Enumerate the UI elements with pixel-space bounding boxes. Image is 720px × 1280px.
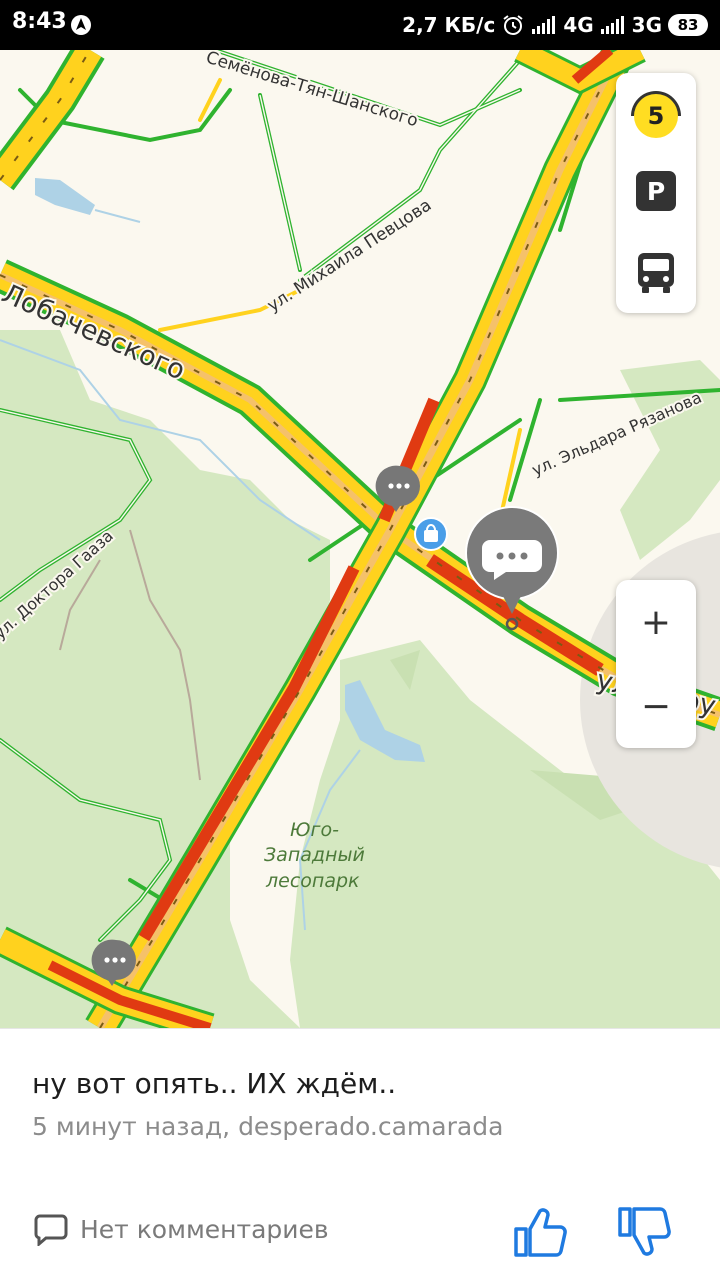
shopping-bag-icon[interactable] (414, 517, 448, 551)
status-time: 8:43 (12, 9, 67, 34)
network-4g-label: 4G (563, 13, 594, 37)
traffic-score: 5 (634, 94, 678, 138)
park-label-line-1: Юго- (290, 819, 339, 841)
park-label-line-2: Западный (264, 844, 365, 866)
status-right-group: 2,7 КБ/с 4G 3G 83 (402, 9, 708, 41)
bus-icon[interactable] (634, 251, 678, 295)
zoom-out-button[interactable]: − (616, 664, 696, 748)
park-label-line-3: лесопарк (265, 870, 360, 892)
map-layers-panel: 5 P (616, 73, 696, 313)
network-speed: 2,7 КБ/с (402, 13, 496, 37)
map-view[interactable]: Лобачевского Семёнова-Тян-Шанского ул. М… (0, 50, 720, 1028)
app-root: 8:43 2,7 КБ/с 4G 3G 83 Лобачевского Семё… (0, 0, 720, 1280)
thumbs-up-icon[interactable] (512, 1205, 568, 1261)
status-bar: 8:43 2,7 КБ/с 4G 3G 83 (0, 0, 720, 50)
zoom-in-button[interactable]: + (616, 580, 696, 664)
signal-icon-2 (600, 16, 624, 34)
traffic-button[interactable]: 5 (630, 90, 682, 142)
battery-indicator: 83 (668, 14, 708, 36)
map-canvas: Лобачевского Семёнова-Тян-Шанского ул. М… (0, 50, 720, 1028)
parking-button[interactable]: P (636, 171, 676, 211)
comments-link[interactable]: Нет комментариев (34, 1209, 329, 1249)
zoom-controls: + − (616, 580, 696, 748)
signal-icon (532, 16, 556, 34)
event-card: ну вот опять.. ИХ ждём.. 5 минут назад, … (0, 1028, 720, 1280)
alarm-icon (503, 15, 523, 35)
comments-label: Нет комментариев (80, 1214, 329, 1244)
event-meta: 5 минут назад, desperado.camarada (32, 1112, 504, 1141)
thumbs-down-icon[interactable] (616, 1203, 672, 1259)
network-3g-label: 3G (631, 13, 662, 37)
comment-icon (34, 1214, 68, 1246)
event-message: ну вот опять.. ИХ ждём.. (32, 1067, 397, 1100)
navigation-icon (71, 15, 91, 35)
